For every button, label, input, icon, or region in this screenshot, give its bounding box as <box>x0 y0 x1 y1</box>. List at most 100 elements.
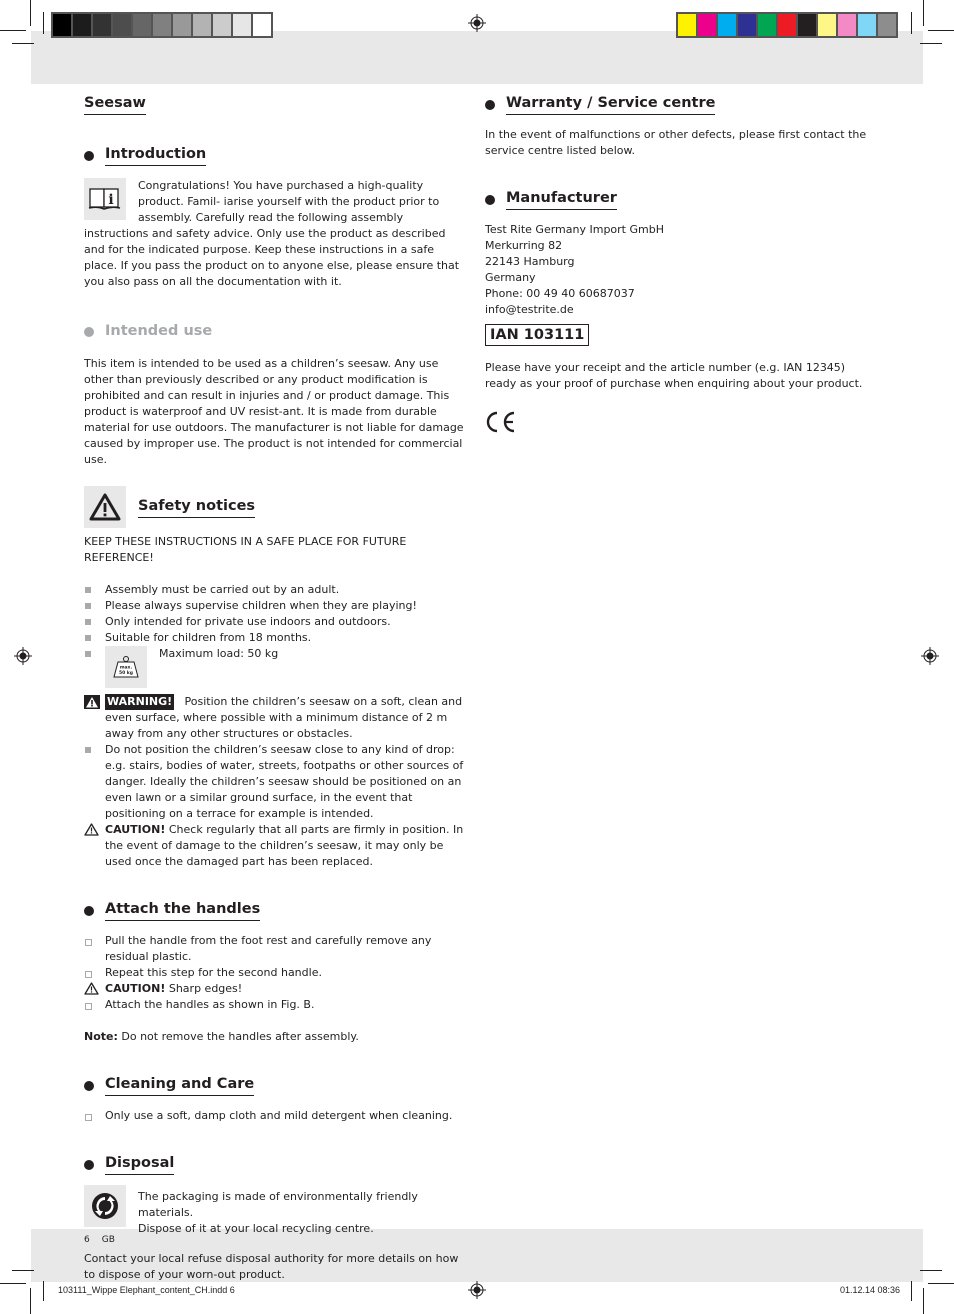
registration-mark-icon <box>468 14 486 32</box>
section-heading-introduction: Introduction <box>84 145 468 166</box>
manufacturer-address: Test Rite Germany Import GmbH Merkurring… <box>485 222 870 318</box>
color-swatch <box>858 14 876 36</box>
list-item: Suitable for children from 18 months. <box>84 630 468 646</box>
crop-mark <box>928 30 954 31</box>
section-heading-attach-handles: Attach the handles <box>84 900 468 921</box>
right-column: Warranty / Service centre In the event o… <box>485 94 870 439</box>
grey-scale-color-bar <box>51 12 273 38</box>
safety-list: Assembly must be carried out by an adult… <box>84 582 468 688</box>
grey-swatch <box>53 14 71 36</box>
crop-mark <box>0 30 26 31</box>
warranty-text: In the event of malfunctions or other de… <box>485 128 867 157</box>
grey-swatch <box>253 14 271 36</box>
green-dot-recycling-icon <box>84 1185 126 1227</box>
svg-text:max.: max. <box>120 666 133 671</box>
grey-swatch <box>133 14 151 36</box>
hollow-square-bullet-icon <box>85 1003 92 1010</box>
bullet-dot-icon <box>84 327 94 337</box>
caution-item: CAUTION! Sharp edges! <box>84 981 468 997</box>
bullet-dot-icon <box>485 99 495 110</box>
color-swatch <box>838 14 856 36</box>
step-item: Only use a soft, damp cloth and mild det… <box>84 1108 468 1124</box>
grey-swatch <box>173 14 191 36</box>
color-swatch <box>818 14 836 36</box>
process-color-bar <box>676 12 898 38</box>
grey-swatch <box>233 14 251 36</box>
language-code: GB <box>101 1235 115 1245</box>
warning-triangle-icon <box>84 486 126 528</box>
handles-steps: Pull the handle from the foot rest and c… <box>84 933 468 1013</box>
color-swatch <box>718 14 736 36</box>
manufacturer-email: info@testrite.de <box>485 303 574 316</box>
caution-item: CAUTION! Check regularly that all parts … <box>84 822 468 870</box>
section-heading-safety: Safety notices <box>84 486 468 528</box>
color-swatch <box>778 14 796 36</box>
square-bullet-icon <box>85 747 91 753</box>
intended-use-text: This item is intended to be used as a ch… <box>84 357 464 466</box>
list-item: Only intended for private use indoors an… <box>84 614 468 630</box>
list-item: Assembly must be carried out by an adult… <box>84 582 468 598</box>
caution-triangle-icon <box>84 982 99 995</box>
bullet-dot-icon <box>485 194 495 205</box>
registration-mark-icon <box>921 647 939 665</box>
disposal-text: Contact your local refuse disposal autho… <box>84 1252 459 1281</box>
grey-swatch <box>213 14 231 36</box>
crop-mark <box>920 43 942 44</box>
color-swatch <box>758 14 776 36</box>
crop-mark <box>12 1270 34 1271</box>
caution-triangle-icon <box>84 823 99 836</box>
crop-mark <box>920 1270 942 1271</box>
ian-badge: IAN 103111 <box>485 324 590 346</box>
grey-swatch <box>73 14 91 36</box>
introduction-text: Congratulations! You have purchased a hi… <box>84 179 460 288</box>
ce-mark-icon <box>486 411 515 433</box>
crop-mark <box>928 1283 954 1284</box>
page-number: 6 <box>84 1235 90 1245</box>
color-swatch <box>678 14 696 36</box>
color-swatch <box>738 14 756 36</box>
left-column: Seesaw Introduction i Congratulations! Y… <box>84 94 468 1283</box>
slug-timestamp: 01.12.14 08:36 <box>840 1285 901 1295</box>
caution-label: CAUTION! <box>105 823 166 836</box>
introduction-section: i Congratulations! You have purchased a … <box>84 178 468 290</box>
registration-mark-icon <box>468 1281 486 1299</box>
section-heading-intended-use: Intended use <box>84 322 468 342</box>
crop-mark <box>30 1288 31 1314</box>
svg-text:i: i <box>108 192 113 208</box>
grey-swatch <box>113 14 131 36</box>
warning-filled-icon <box>84 695 100 709</box>
crop-mark <box>43 12 44 34</box>
crop-mark <box>43 1281 44 1301</box>
crop-mark <box>12 43 34 44</box>
crop-mark <box>923 1288 924 1314</box>
bullet-dot-icon <box>84 905 94 916</box>
color-swatch <box>798 14 816 36</box>
step-item: Repeat this step for the second handle. <box>84 965 468 981</box>
registration-mark-icon <box>14 647 32 665</box>
hollow-square-bullet-icon <box>85 971 92 978</box>
receipt-text: Please have your receipt and the article… <box>485 361 863 390</box>
grey-swatch <box>193 14 211 36</box>
bullet-dot-icon <box>84 1159 94 1170</box>
safety-warnings: WARNING! Position the children’s seesaw … <box>84 694 468 870</box>
crop-mark <box>30 0 31 26</box>
svg-text:50 kg: 50 kg <box>119 670 133 676</box>
crop-mark <box>0 1283 26 1284</box>
list-item: Do not position the children’s seesaw cl… <box>84 742 468 822</box>
disposal-packaging: The packaging is made of environmentally… <box>84 1185 468 1237</box>
hollow-square-bullet-icon <box>85 1114 92 1121</box>
slug-filename: 103111_Wippe Elephant_content_CH.indd 6 <box>58 1285 235 1295</box>
page-footer: 6 GB <box>84 1235 115 1245</box>
square-bullet-icon <box>85 587 91 593</box>
bullet-dot-icon <box>84 150 94 161</box>
max-load-text: Maximum load: 50 kg <box>159 647 279 660</box>
crop-mark <box>923 0 924 26</box>
keep-instructions-notice: KEEP THESE INSTRUCTIONS IN A SAFE PLACE … <box>84 535 407 564</box>
bullet-dot-icon <box>84 1080 94 1091</box>
color-swatch <box>878 14 896 36</box>
square-bullet-icon <box>85 619 91 625</box>
section-heading-manufacturer: Manufacturer <box>485 189 870 210</box>
crop-mark <box>911 12 912 34</box>
warning-item: WARNING! Position the children’s seesaw … <box>84 694 468 742</box>
top-margin-band <box>31 31 923 84</box>
